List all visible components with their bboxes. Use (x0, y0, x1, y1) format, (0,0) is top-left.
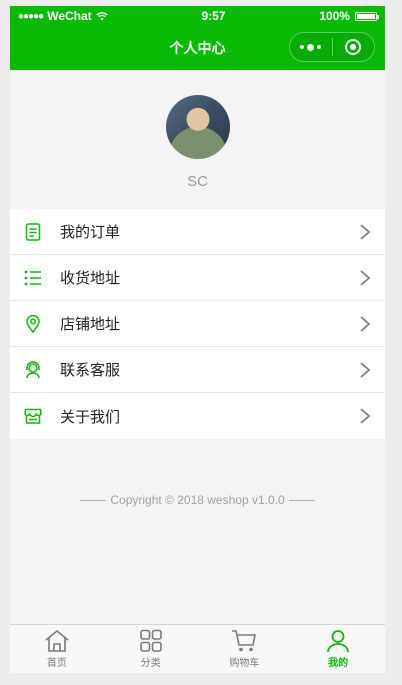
menu-item-my-orders[interactable]: 我的订单 (10, 209, 385, 255)
chevron-right-icon (360, 316, 371, 332)
menu-item-label: 联系客服 (60, 362, 121, 379)
username: SC (187, 173, 208, 190)
miniprogram-capsule (289, 32, 375, 62)
tab-label: 我的 (328, 658, 349, 669)
tab-cart[interactable]: 购物车 (198, 625, 292, 673)
chevron-right-icon (360, 270, 371, 286)
menu-item-label: 我的订单 (60, 224, 121, 241)
tab-label: 首页 (46, 658, 67, 669)
profile-header: SC (10, 70, 385, 209)
battery-percent: 100% (319, 9, 350, 23)
battery-icon (354, 11, 379, 21)
user-icon (327, 630, 350, 653)
category-grid-icon (139, 629, 162, 652)
tab-home[interactable]: 首页 (10, 625, 104, 673)
avatar[interactable] (165, 95, 230, 159)
divider-line (80, 500, 107, 502)
chevron-right-icon (360, 362, 371, 378)
document-icon (23, 222, 43, 242)
customer-service-icon (23, 360, 43, 380)
tab-label: 分类 (140, 658, 161, 669)
tab-mine[interactable]: 我的 (291, 625, 385, 673)
menu-list: 我的订单 收货地址 店铺地址 联系客服 关于我们 (10, 209, 385, 439)
page-title: 个人中心 (169, 40, 226, 56)
wifi-icon (96, 11, 108, 20)
tab-category[interactable]: 分类 (104, 625, 198, 673)
signal-strength-icon: ●●●●● (18, 10, 44, 22)
target-circle-icon[interactable] (333, 39, 375, 55)
status-time: 9:57 (201, 9, 226, 23)
menu-item-shipping-address[interactable]: 收货地址 (10, 255, 385, 301)
divider-line (288, 500, 315, 502)
cart-icon (232, 630, 257, 652)
tab-label: 购物车 (229, 658, 260, 669)
menu-item-customer-service[interactable]: 联系客服 (10, 347, 385, 393)
phone-screen: ●●●●● WeChat 9:57 100% 个人中心 SC 我的订单 收货地址… (10, 6, 385, 673)
chevron-right-icon (360, 408, 371, 424)
copyright-text: Copyright © 2018 weshop v1.0.0 (110, 493, 285, 507)
location-pin-icon (23, 314, 43, 334)
tab-bar: 首页 分类 购物车 我的 (10, 624, 385, 673)
menu-item-store-address[interactable]: 店铺地址 (10, 301, 385, 347)
list-icon (23, 268, 43, 288)
menu-item-label: 收货地址 (60, 270, 121, 287)
battery-fill (356, 13, 375, 19)
chevron-right-icon (360, 224, 371, 240)
status-bar: ●●●●● WeChat 9:57 100% (10, 6, 385, 26)
carrier-name: WeChat (47, 9, 92, 23)
copyright-footer: Copyright © 2018 weshop v1.0.0 (10, 493, 385, 507)
navigation-bar: ●●●●● WeChat 9:57 100% 个人中心 (10, 6, 385, 70)
menu-item-label: 关于我们 (60, 408, 121, 426)
more-dots-icon[interactable] (290, 43, 332, 51)
home-icon (45, 629, 69, 652)
menu-item-about-us[interactable]: 关于我们 (10, 393, 385, 439)
menu-item-label: 店铺地址 (60, 316, 121, 333)
store-icon (23, 406, 43, 426)
